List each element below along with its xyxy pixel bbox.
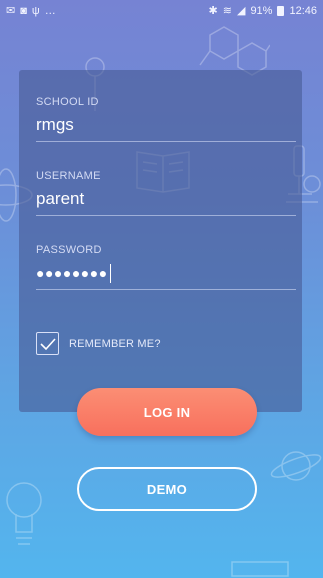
username-underline (36, 215, 296, 216)
login-card: SCHOOL ID rmgs USERNAME parent PASSWORD … (19, 70, 302, 412)
password-underline (36, 289, 296, 290)
wifi-icon: ≋ (222, 4, 232, 17)
username-input[interactable]: parent (36, 187, 296, 211)
password-input[interactable]: ●●●●●●●● (36, 261, 296, 285)
usb-icon: ψ (31, 4, 40, 17)
bluetooth-icon: ✱ (208, 4, 218, 17)
lightbulb-doodle-icon (4, 478, 44, 558)
battery-icon (277, 6, 285, 16)
more-icon: … (44, 4, 56, 17)
school-id-field[interactable]: SCHOOL ID rmgs (36, 96, 296, 142)
ruler-doodle-icon (230, 556, 290, 578)
clock: 12:46 (289, 5, 317, 17)
school-id-input[interactable]: rmgs (36, 113, 296, 137)
password-label: PASSWORD (36, 244, 102, 256)
demo-button[interactable]: DEMO (77, 467, 257, 511)
status-bar: ✉ ◙ ψ … ✱ ≋ ◢ 91% 12:46 (0, 0, 323, 22)
username-label: USERNAME (36, 170, 101, 182)
login-button[interactable]: LOG IN (77, 388, 257, 436)
status-bar-right: ✱ ≋ ◢ 91% 12:46 (209, 5, 317, 17)
status-bar-left: ✉ ◙ ψ … (6, 4, 56, 17)
signal-icon: ◢ (236, 4, 246, 17)
remember-me-label: REMEMBER ME? (69, 337, 161, 350)
notification-icon: ◙ (20, 4, 27, 17)
school-id-label: SCHOOL ID (36, 96, 99, 108)
remember-me-row[interactable]: REMEMBER ME? (36, 332, 161, 355)
username-field[interactable]: USERNAME parent (36, 170, 296, 216)
planet-doodle-icon (270, 440, 323, 490)
text-cursor (109, 263, 111, 283)
remember-me-checkbox[interactable] (36, 332, 59, 355)
mail-icon: ✉ (6, 4, 16, 17)
password-masked-value: ●●●●●●●● (36, 265, 108, 281)
school-id-underline (36, 141, 296, 142)
password-field[interactable]: PASSWORD ●●●●●●●● (36, 244, 296, 290)
battery-percent: 91% (250, 5, 273, 17)
checkmark-icon (39, 337, 56, 350)
